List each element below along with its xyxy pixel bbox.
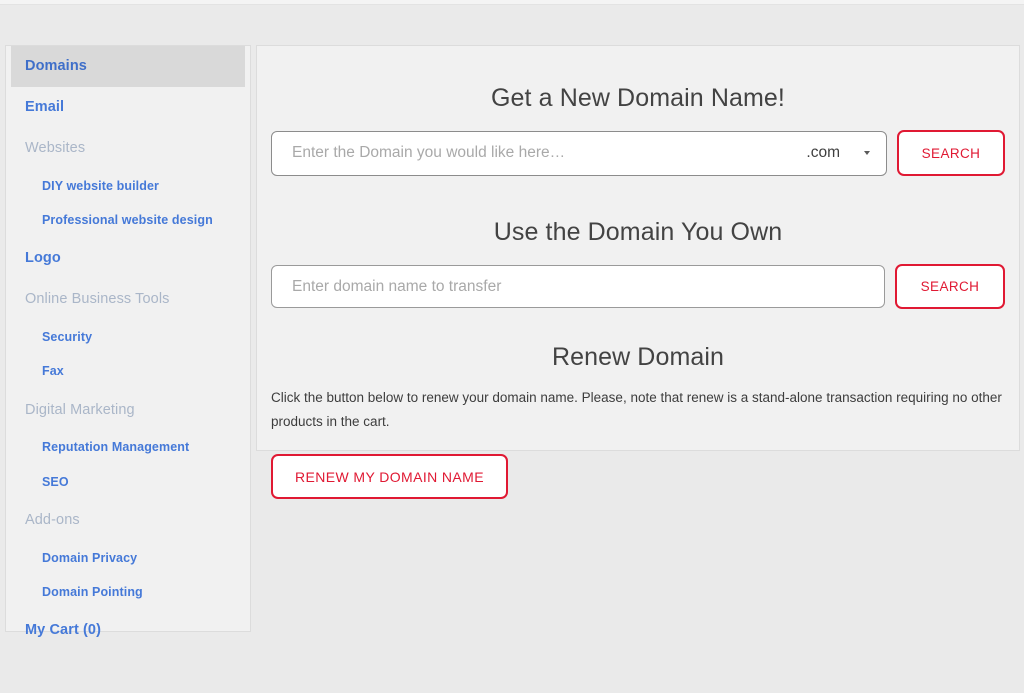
sidebar-item-domains[interactable]: Domains: [11, 46, 245, 87]
new-domain-input[interactable]: [272, 131, 807, 175]
main-content-panel: Get a New Domain Name! .com SEARCH Use t…: [256, 45, 1020, 499]
sidebar-item-logo[interactable]: Logo: [6, 238, 250, 279]
sidebar-item-domain-privacy[interactable]: Domain Privacy: [6, 541, 250, 576]
sidebar-list: Domains Email Websites DIY website builder P…: [6, 46, 250, 650]
tld-dropdown[interactable]: .com: [806, 144, 876, 162]
transfer-domain-field-group: [271, 265, 885, 308]
renew-domain-description: Click the button below to renew your dom…: [271, 390, 1002, 429]
sidebar-section-add-ons: Add-ons: [25, 512, 80, 528]
new-domain-search-button[interactable]: SEARCH: [897, 130, 1005, 176]
sidebar-item-diy-website-builder[interactable]: DIY website builder: [6, 169, 250, 204]
sidebar-section-online-business-tools: Online Business Tools: [25, 291, 170, 307]
new-domain-heading: Get a New Domain Name!: [491, 84, 785, 112]
sidebar-item-seo[interactable]: SEO: [6, 465, 250, 500]
top-edge-strip: [0, 0, 1024, 5]
transfer-domain-search-row: SEARCH: [257, 264, 1019, 309]
tld-selected-value: .com: [806, 144, 840, 161]
new-domain-search-row: .com SEARCH: [257, 130, 1019, 176]
sidebar-item-domain-pointing[interactable]: Domain Pointing: [6, 575, 250, 610]
sidebar-item-my-cart[interactable]: My Cart (0): [6, 610, 250, 651]
transfer-domain-heading: Use the Domain You Own: [493, 218, 783, 246]
sidebar-item-email[interactable]: Email: [6, 87, 250, 128]
transfer-domain-search-button[interactable]: SEARCH: [895, 264, 1005, 309]
renew-my-domain-name-button[interactable]: RENEW MY DOMAIN NAME: [271, 454, 508, 499]
sidebar-section-digital-marketing: Digital Marketing: [25, 401, 135, 418]
page-root: Domains Email Websites DIY website builder P…: [0, 0, 1024, 693]
transfer-domain-input[interactable]: [272, 266, 874, 307]
sidebar-item-security[interactable]: Security: [6, 320, 250, 355]
renew-domain-heading: Renew Domain: [551, 343, 725, 371]
caret-down-icon: [864, 151, 870, 155]
sidebar-section-websites: Websites: [25, 140, 86, 156]
sidebar-item-fax[interactable]: Fax: [6, 354, 250, 389]
sidebar-item-reputation-management[interactable]: Reputation Management: [6, 430, 250, 465]
sidebar-navigation: Domains Email Websites DIY website builder P…: [5, 45, 251, 637]
new-domain-field-group: .com: [271, 130, 887, 176]
sidebar-item-professional-website-design[interactable]: Professional website design: [6, 203, 250, 238]
